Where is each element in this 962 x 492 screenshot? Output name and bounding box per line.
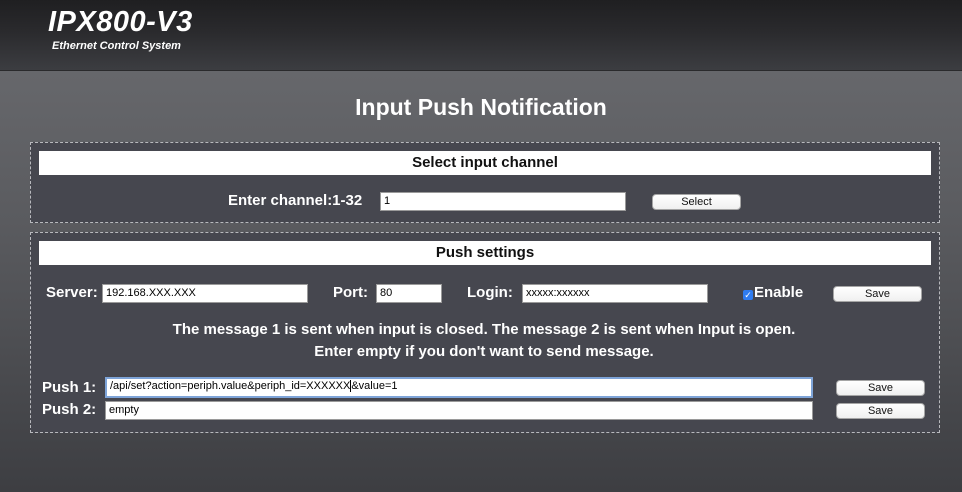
push1-input[interactable]: /api/set?action=periph.value&periph_id=X…: [105, 377, 813, 398]
push1-text-before-caret: /api/set?action=periph.value&periph_id=X…: [110, 380, 351, 392]
message-info-line-1: The message 1 is sent when input is clos…: [172, 321, 796, 338]
push2-label: Push 2:: [42, 401, 97, 418]
server-label: Server:: [46, 284, 98, 301]
port-label: Port:: [333, 284, 368, 301]
select-channel-header: Select input channel: [39, 151, 931, 175]
page-title: Input Push Notification: [355, 94, 607, 120]
login-label: Login:: [467, 284, 513, 301]
login-input[interactable]: xxxxx:xxxxxx: [522, 284, 708, 303]
enable-label: Enable: [754, 284, 804, 301]
logo-subtitle: Ethernet Control System: [52, 40, 181, 52]
select-button[interactable]: Select: [652, 194, 741, 210]
enable-checkbox[interactable]: ✓: [743, 290, 753, 300]
server-input[interactable]: 192.168.XXX.XXX: [102, 284, 308, 303]
push-settings-header: Push settings: [39, 241, 931, 265]
select-channel-panel: Select input channel Enter channel:1-32 …: [30, 142, 940, 223]
logo: IPX800-V3: [48, 6, 193, 38]
push1-label: Push 1:: [42, 379, 97, 396]
channel-label: Enter channel:1-32: [228, 192, 363, 209]
app-header: IPX800-V3 Ethernet Control System: [0, 0, 962, 71]
push1-save-button[interactable]: Save: [836, 380, 925, 396]
channel-input[interactable]: 1: [380, 192, 626, 211]
push1-text-after-caret: &value=1: [351, 380, 398, 392]
push-settings-panel: Push settings Server: 192.168.XXX.XXX Po…: [30, 232, 940, 433]
port-input[interactable]: 80: [376, 284, 442, 303]
push2-save-button[interactable]: Save: [836, 403, 925, 419]
save-settings-button[interactable]: Save: [833, 286, 922, 302]
message-info-line-2: Enter empty if you don't want to send me…: [314, 343, 654, 360]
push2-input[interactable]: empty: [105, 401, 813, 420]
